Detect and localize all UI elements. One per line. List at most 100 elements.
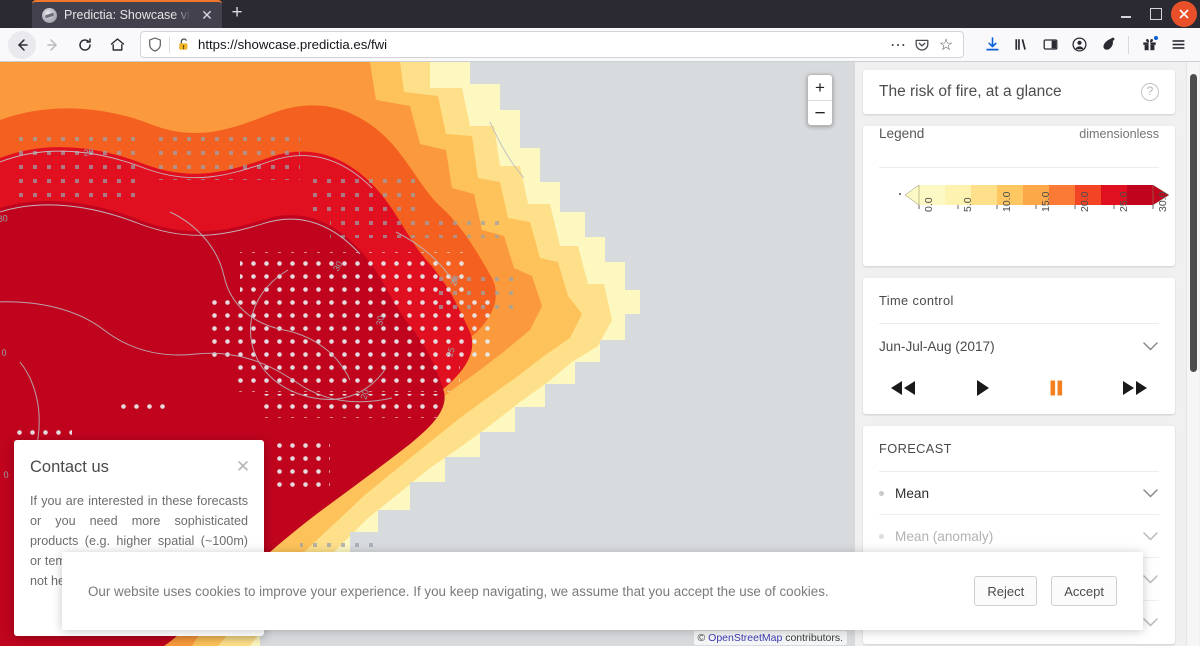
zoom-in-button[interactable]: + bbox=[808, 75, 832, 100]
chevron-down-icon bbox=[1141, 341, 1159, 351]
extension-icon[interactable] bbox=[1094, 31, 1122, 59]
accept-cookies-button[interactable]: Accept bbox=[1051, 576, 1117, 606]
url-actions: ⋯ ☆ bbox=[887, 34, 959, 56]
forward-button[interactable] bbox=[38, 31, 68, 59]
addons-badge bbox=[1153, 34, 1159, 41]
lock-warning-icon[interactable] bbox=[175, 37, 193, 52]
legend-tick-label: 20.0 bbox=[1079, 191, 1091, 212]
play-icon bbox=[977, 380, 989, 396]
legend-units: dimensionless bbox=[1079, 127, 1159, 141]
sidebars-icon[interactable] bbox=[1036, 31, 1064, 59]
arrow-left-icon bbox=[18, 38, 28, 51]
app-menu-icon[interactable] bbox=[1164, 31, 1192, 59]
legend-tick-label: 15.0 bbox=[1040, 191, 1052, 212]
legend-ticks: 0.0 5.0 10.0 15.0 20.0 25.0 30.0 bbox=[897, 192, 1169, 250]
legend-tick-label: 0.0 bbox=[923, 197, 935, 212]
navigation-toolbar: https://showcase.predictia.es/fwi ⋯ ☆ bbox=[0, 28, 1200, 62]
panel-header-card: The risk of fire, at a glance ? bbox=[863, 70, 1175, 114]
period-select[interactable]: Jun-Jul-Aug (2017) bbox=[879, 324, 1159, 368]
close-icon[interactable]: ✕ bbox=[198, 6, 216, 24]
bullet-icon bbox=[879, 533, 884, 539]
playback-controls bbox=[879, 368, 1159, 414]
back-button[interactable] bbox=[8, 30, 36, 59]
bookmark-star-icon[interactable]: ☆ bbox=[935, 34, 957, 56]
legend-card: Legend dimensionless 0.0 5.0 10.0 15.0 2… bbox=[863, 126, 1175, 266]
url-text: https://showcase.predictia.es/fwi bbox=[198, 37, 388, 52]
contact-title: Contact us bbox=[30, 458, 109, 476]
svg-text:30: 30 bbox=[374, 315, 386, 327]
legend-body: 0.0 5.0 10.0 15.0 20.0 25.0 30.0 bbox=[879, 168, 1170, 266]
url-divider bbox=[169, 36, 170, 53]
tracking-protection-shield-icon[interactable] bbox=[145, 37, 164, 52]
svg-text:30: 30 bbox=[0, 213, 8, 224]
period-value: Jun-Jul-Aug (2017) bbox=[879, 338, 995, 354]
downloads-icon[interactable] bbox=[978, 31, 1006, 59]
legend-tick-label: 30.0 bbox=[1157, 191, 1169, 212]
rewind-button[interactable] bbox=[889, 380, 917, 396]
browser-window: Predictia: Showcase view ✕ + bbox=[0, 0, 1200, 646]
time-control-title: Time control bbox=[879, 278, 1159, 324]
close-window-button[interactable] bbox=[1171, 1, 1197, 27]
globe-icon bbox=[42, 7, 57, 23]
play-button[interactable] bbox=[973, 379, 991, 397]
new-tab-button[interactable]: + bbox=[222, 0, 252, 28]
svg-text:20: 20 bbox=[83, 147, 94, 158]
cookie-consent-banner: Our website uses cookies to improve your… bbox=[62, 552, 1143, 630]
reload-icon bbox=[79, 37, 91, 51]
close-icon[interactable]: ✕ bbox=[234, 458, 252, 476]
reload-button[interactable] bbox=[70, 31, 100, 59]
pause-icon bbox=[1050, 380, 1063, 396]
close-icon bbox=[1179, 9, 1189, 19]
chevron-down-icon[interactable] bbox=[1141, 574, 1159, 584]
pause-button[interactable] bbox=[1047, 379, 1065, 397]
window-controls bbox=[1111, 0, 1200, 28]
attribution-prefix: © bbox=[697, 632, 709, 644]
pocket-icon[interactable] bbox=[911, 34, 933, 56]
openstreetmap-link[interactable]: OpenStreetMap bbox=[708, 632, 782, 644]
addons-icon[interactable] bbox=[1135, 31, 1163, 59]
fast-forward-icon bbox=[1123, 381, 1147, 395]
cookie-message: Our website uses cookies to improve your… bbox=[88, 583, 829, 599]
panel-header: The risk of fire, at a glance ? bbox=[879, 70, 1159, 114]
tab-predictia-showcase[interactable]: Predictia: Showcase view ✕ bbox=[32, 0, 222, 28]
reject-cookies-button[interactable]: Reject bbox=[974, 576, 1038, 606]
colorbar-svg bbox=[904, 184, 1170, 209]
zoom-out-button[interactable]: − bbox=[808, 100, 832, 125]
legend-tick-label: 25.0 bbox=[1118, 191, 1130, 212]
help-icon[interactable]: ? bbox=[1141, 83, 1159, 101]
toolbar-divider bbox=[1128, 35, 1129, 54]
chevron-down-icon[interactable] bbox=[1141, 531, 1159, 541]
chevron-down-icon[interactable] bbox=[1141, 618, 1159, 627]
legend-tick-label: 10.0 bbox=[1001, 191, 1013, 212]
url-bar[interactable]: https://showcase.predictia.es/fwi ⋯ ☆ bbox=[140, 31, 964, 58]
bullet-icon bbox=[879, 490, 884, 496]
map-attribution: © OpenStreetMap contributors. bbox=[693, 631, 847, 645]
home-icon bbox=[110, 38, 124, 51]
panel-scrollbar-thumb[interactable] bbox=[1190, 74, 1197, 372]
panel-scrollbar[interactable] bbox=[1186, 62, 1199, 646]
forecast-title: FORECAST bbox=[879, 426, 1159, 472]
arrow-right-icon bbox=[47, 38, 57, 51]
attribution-suffix: contributors. bbox=[782, 632, 843, 644]
library-icon[interactable] bbox=[1007, 31, 1035, 59]
browser-toolbar-buttons bbox=[972, 31, 1192, 59]
tab-strip: Predictia: Showcase view ✕ + bbox=[0, 0, 1200, 28]
fast-forward-button[interactable] bbox=[1121, 380, 1149, 396]
legend-header: Legend dimensionless bbox=[879, 126, 1159, 168]
page-title: The risk of fire, at a glance bbox=[879, 83, 1062, 100]
page-content: 20 30 30 30 30 15 20 0 0 0 + − © OpenStr… bbox=[0, 62, 1200, 646]
legend-label: Legend bbox=[879, 126, 925, 141]
forecast-item-label: Mean bbox=[895, 485, 930, 501]
legend-min-marker bbox=[899, 193, 901, 195]
chevron-down-icon[interactable] bbox=[1141, 488, 1159, 498]
forecast-row[interactable]: Mean bbox=[879, 472, 1159, 515]
map-zoom-controls: + − bbox=[807, 74, 833, 126]
minimize-button[interactable] bbox=[1111, 0, 1141, 28]
account-icon[interactable] bbox=[1065, 31, 1093, 59]
legend-tick-label: 5.0 bbox=[962, 197, 974, 212]
time-control-card: Time control Jun-Jul-Aug (2017) bbox=[863, 278, 1175, 414]
rewind-icon bbox=[891, 381, 915, 395]
maximize-button[interactable] bbox=[1141, 0, 1171, 28]
page-actions-icon[interactable]: ⋯ bbox=[887, 34, 909, 56]
home-button[interactable] bbox=[102, 31, 132, 59]
